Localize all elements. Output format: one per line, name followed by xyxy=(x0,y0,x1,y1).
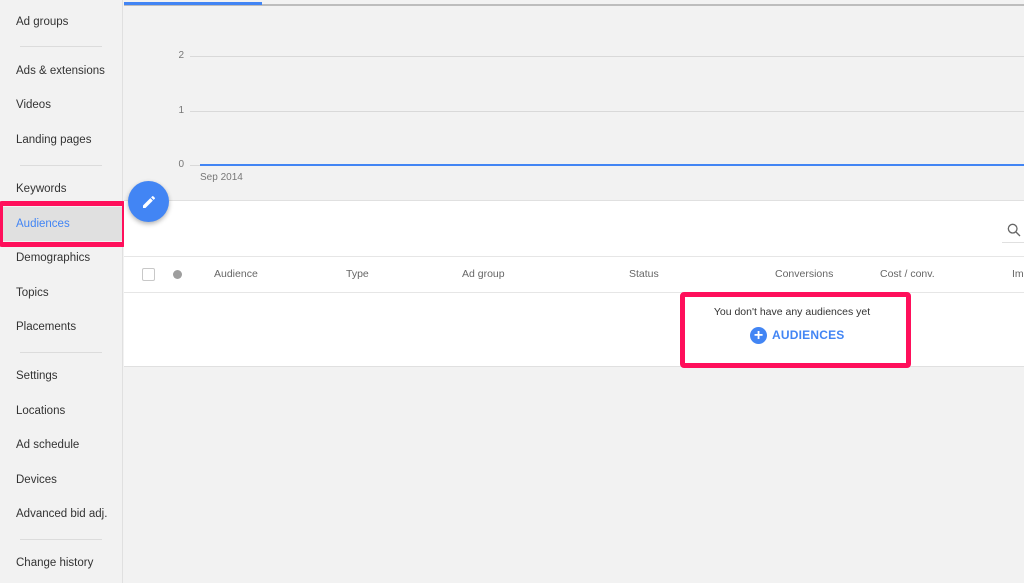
audiences-table: Audience Type Ad group Status Conversion… xyxy=(124,200,1024,367)
sidebar-item-topics[interactable]: Topics xyxy=(0,276,123,310)
select-all-checkbox[interactable] xyxy=(142,268,155,281)
sidebar-item-ad-schedule[interactable]: Ad schedule xyxy=(0,428,123,462)
gridline xyxy=(190,56,1024,57)
sidebar-item-ad-groups[interactable]: Ad groups xyxy=(0,5,123,39)
sidebar-item-locations[interactable]: Locations xyxy=(0,394,123,428)
column-header-audience[interactable]: Audience xyxy=(214,257,258,291)
tab-bar xyxy=(124,0,1024,6)
y-tick-label: 2 xyxy=(178,50,184,61)
pencil-icon xyxy=(142,195,155,208)
plus-circle-icon: + xyxy=(750,326,767,344)
add-audiences-button[interactable]: + AUDIENCES xyxy=(750,326,844,344)
sidebar-item-advanced-bid-adj[interactable]: Advanced bid adj. xyxy=(0,497,123,531)
sidebar-item-landing-pages[interactable]: Landing pages xyxy=(0,123,123,157)
y-tick-label: 1 xyxy=(178,104,184,116)
sidebar-item-devices[interactable]: Devices xyxy=(0,463,123,497)
sidebar-divider xyxy=(20,539,102,540)
sidebar-item-placements[interactable]: Placements xyxy=(0,310,123,344)
sidebar-item-audiences[interactable]: Audiences xyxy=(0,207,123,241)
column-header-status[interactable]: Status xyxy=(629,257,659,291)
gridline xyxy=(190,110,1024,112)
table-header: Audience Type Ad group Status Conversion… xyxy=(124,257,1024,293)
sidebar-item-settings[interactable]: Settings xyxy=(0,359,123,393)
status-dot-icon xyxy=(173,270,182,279)
active-tab-indicator[interactable] xyxy=(124,2,262,5)
column-header-conversions[interactable]: Conversions xyxy=(775,257,833,291)
empty-state-message: You don't have any audiences yet xyxy=(713,306,871,318)
column-header-cost-per-conv[interactable]: Cost / conv. xyxy=(880,257,935,291)
sidebar-item-ads-extensions[interactable]: Ads & extensions xyxy=(0,54,123,88)
table-toolbar xyxy=(124,200,1024,257)
column-header-type[interactable]: Type xyxy=(346,257,369,291)
column-header-impressions[interactable]: Im xyxy=(1012,257,1024,291)
sidebar-divider xyxy=(20,352,102,353)
performance-chart: 0 1 2 Sep 2014 xyxy=(124,8,1024,200)
y-tick-label: 0 xyxy=(178,159,184,170)
sidebar-item-keywords[interactable]: Keywords xyxy=(0,172,123,206)
edit-fab-button[interactable] xyxy=(128,181,169,222)
search-button[interactable] xyxy=(1002,219,1024,243)
series-line xyxy=(200,164,1024,166)
sidebar-item-videos[interactable]: Videos xyxy=(0,88,123,122)
sidebar-item-demographics[interactable]: Demographics xyxy=(0,241,123,275)
sidebar-nav: Ad groups Ads & extensions Videos Landin… xyxy=(0,0,123,583)
sidebar-divider xyxy=(20,165,102,166)
search-icon xyxy=(1007,223,1021,237)
sidebar-divider xyxy=(20,46,102,47)
add-audiences-label: AUDIENCES xyxy=(772,328,845,342)
sidebar-item-change-history[interactable]: Change history xyxy=(0,546,123,580)
x-tick-label: Sep 2014 xyxy=(200,172,243,183)
column-header-ad-group[interactable]: Ad group xyxy=(462,257,505,291)
